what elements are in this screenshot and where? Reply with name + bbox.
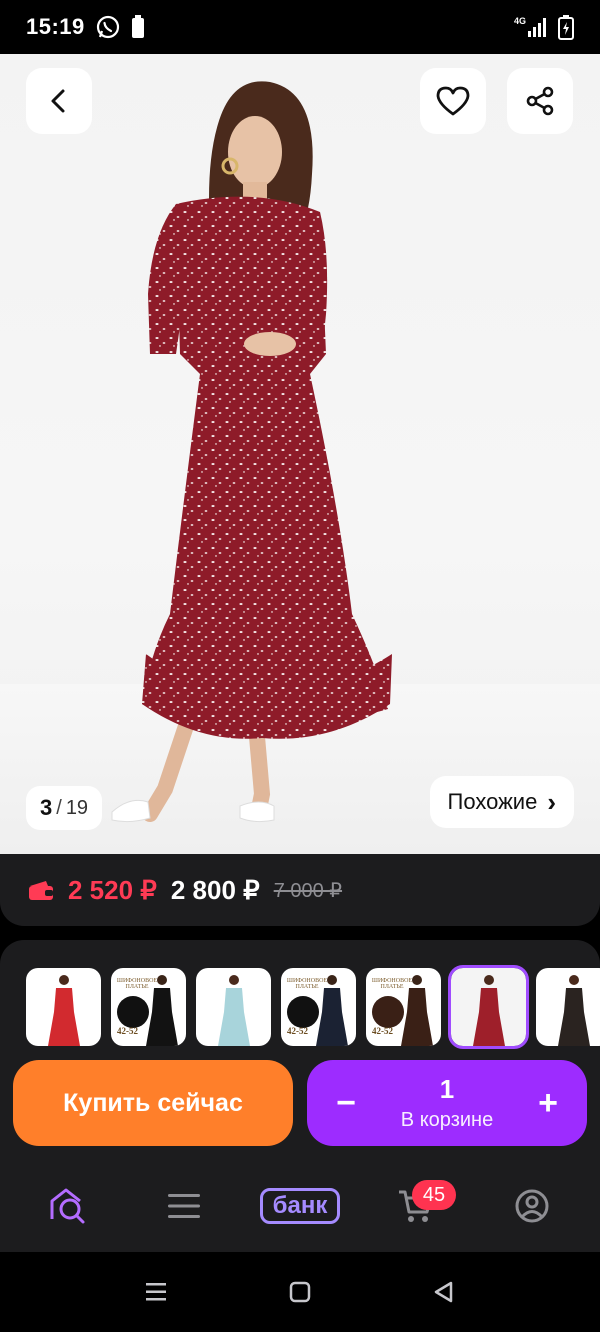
variant-thumb-selected[interactable] (448, 965, 529, 1049)
back-button[interactable] (26, 68, 92, 134)
product-photo (111, 81, 392, 823)
product-photo-gallery[interactable]: 3 / 19 Похожие › (0, 54, 600, 854)
chevron-left-icon (51, 89, 65, 113)
similar-button[interactable]: Похожие › (429, 776, 574, 828)
old-price: 7 000 ₽ (273, 879, 343, 902)
tab-profile[interactable] (484, 1176, 580, 1236)
wallet-icon (29, 881, 53, 900)
variant-thumb-3[interactable] (196, 968, 271, 1046)
bank-logo: банк (259, 1187, 341, 1225)
tab-cart[interactable]: 45 (368, 1176, 464, 1236)
decrease-quantity-button[interactable]: − (329, 1086, 363, 1120)
network-type: 4G (514, 16, 526, 26)
whatsapp-icon (96, 15, 119, 39)
wallet-price: 2 520 ₽ (68, 874, 157, 905)
menu-icon (168, 1194, 200, 1218)
bottom-tab-bar: банк 45 (0, 1160, 600, 1252)
status-time: 15:19 (26, 14, 85, 39)
increase-quantity-button[interactable]: + (531, 1086, 565, 1120)
home-search-icon (50, 1188, 85, 1224)
tab-catalog[interactable] (136, 1176, 232, 1236)
system-nav-bar (0, 1252, 600, 1332)
status-bar: 15:19 4G (0, 0, 600, 54)
signal-icon: 4G (514, 16, 546, 37)
cart-count-badge: 45 (412, 1180, 456, 1210)
variant-thumb-2[interactable]: ШИФОНОВОЕ ПЛАТЬЕ 42-52 (111, 968, 186, 1046)
battery-saver-icon (131, 15, 144, 38)
variant-thumb-5[interactable]: ШИФОНОВОЕ ПЛАТЬЕ 42-52 (366, 968, 441, 1046)
variant-thumb-7[interactable] (536, 968, 600, 1046)
photo-total: 19 (65, 796, 89, 819)
price-row: 2 520 ₽ 2 800 ₽ 7 000 ₽ (0, 854, 600, 926)
profile-icon (515, 1189, 549, 1223)
variant-thumb-1[interactable] (26, 968, 101, 1046)
current-price: 2 800 ₽ (170, 874, 260, 905)
variant-thumb-4[interactable]: ШИФОНОВОЕ ПЛАТЬЕ 42-52 (281, 968, 356, 1046)
cart-quantity: 1 (439, 1074, 455, 1104)
buy-now-button[interactable]: Купить сейчас (13, 1060, 293, 1146)
tab-bank[interactable]: банк (252, 1176, 348, 1236)
share-icon (526, 86, 554, 116)
share-button[interactable] (507, 68, 573, 134)
back-triangle-icon[interactable] (432, 1280, 456, 1304)
in-cart-label: В корзине (400, 1109, 494, 1131)
battery-charging-icon (558, 15, 574, 40)
recent-apps-icon[interactable] (144, 1281, 168, 1303)
photo-counter: 3 / 19 (26, 786, 103, 830)
cart-stepper: − 1 В корзине + (307, 1060, 587, 1146)
chevron-right-icon: › (547, 786, 556, 817)
photo-index: 3 (40, 795, 53, 820)
home-icon[interactable] (288, 1280, 312, 1304)
similar-label: Похожие (447, 789, 538, 814)
variant-thumbnails: ШИФОНОВОЕ ПЛАТЬЕ 42-52 ШИФОНОВОЕ ПЛАТЬЕ … (26, 965, 600, 1049)
tab-home[interactable] (20, 1176, 116, 1236)
favorite-button[interactable] (420, 68, 486, 134)
heart-icon (436, 86, 470, 116)
